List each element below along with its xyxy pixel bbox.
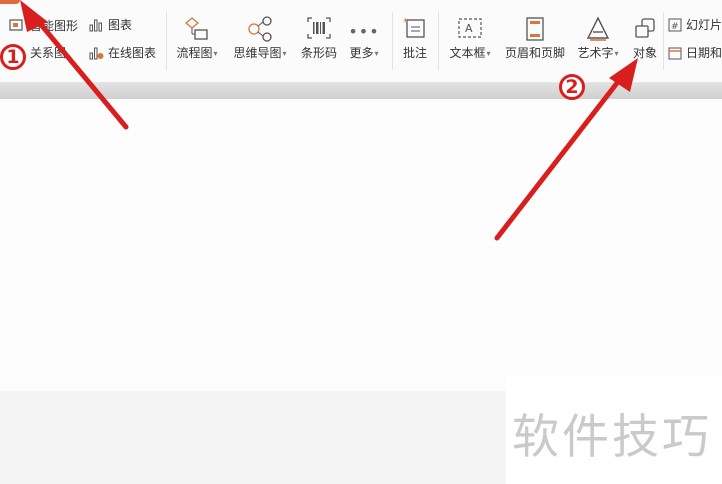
arrow-1 [30,12,129,130]
annotation-arrows [20,0,638,241]
marker-1-badge: 1 [0,44,26,70]
arrow-2 [494,71,627,241]
marker-2-badge: 2 [559,74,585,100]
